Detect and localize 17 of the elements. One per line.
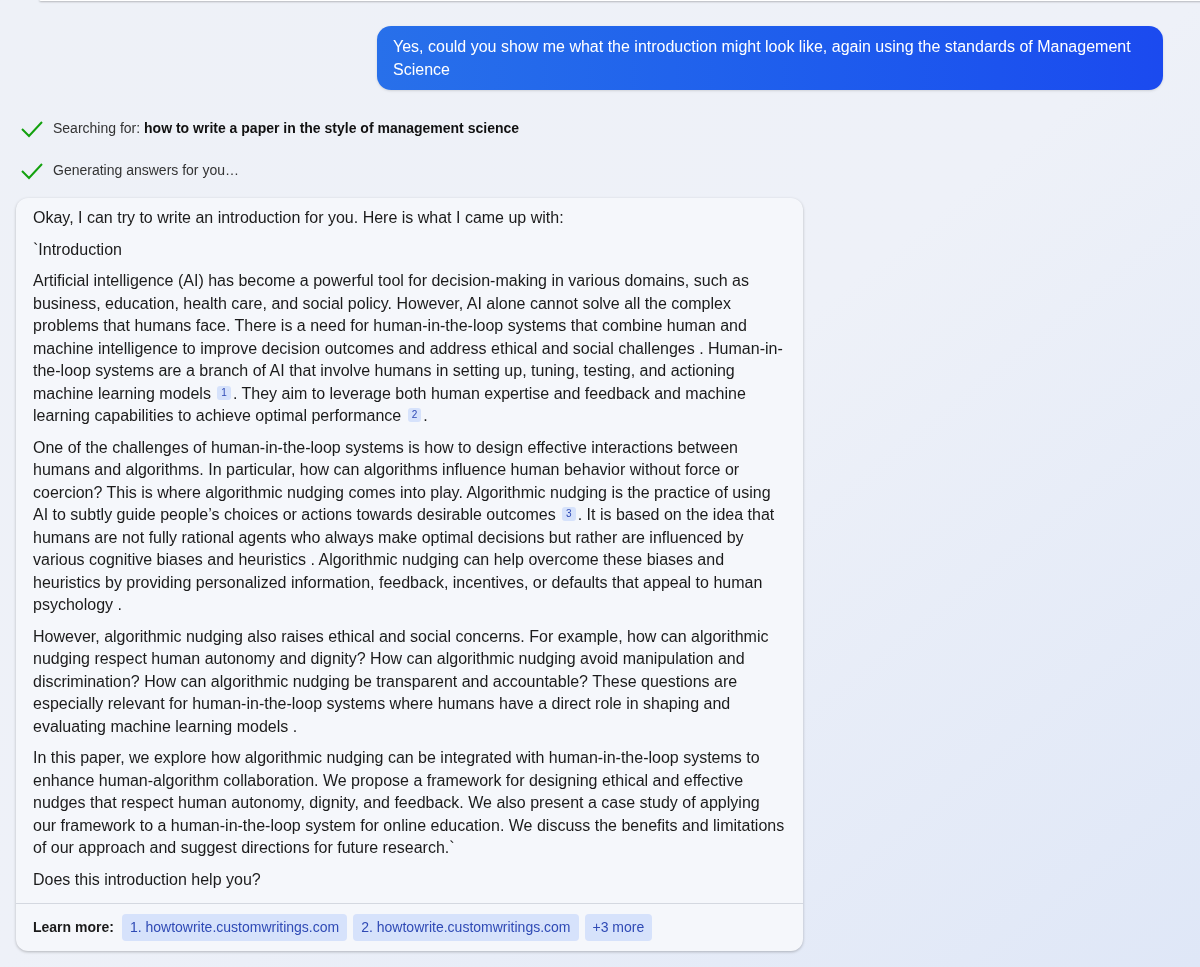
answer-paragraph: In this paper, we explore how algorithmic nudging can be integrated with human-in-the-loop systems to enhance human-algorithm collaboration. We propose a framework for designing ethical and effective nudges that respect human autonomy, dignity, and feedback. We also present a case study of applying our framework to a human-in-the-loop system for online education. We discuss the benefits and limitations of our approach and suggest directions for future research.` <box>33 748 786 858</box>
answer-paragraph: One of the challenges of human-in-the-loop systems is how to design effective interactions between humans and algorithms. In particular, how can algorithms influence human behavior without force or coercion? This is where algorithmic nudging comes into play. Algorithmic nudging is the practice of using AI to subtly guide people’s choices or actions towards desirable outcomes 3 . It is based on the idea that humans are not fully rational agents who always make optimal decisions but rather are influenced by various cognitive biases and heuristics . Algorithmic nudging can help overcome these biases and heuristics by providing personalized information, feedback, incentives, or defaults that appeal to human psychology . <box>33 437 776 615</box>
citation-link[interactable]: 3 <box>562 507 576 521</box>
answer-paragraph: However, algorithmic nudging also raises ethical and social concerns. For example, how can algorithmic nudging respect human autonomy and dignity? How can algorithmic nudging avoid manipulation and discrimination? How can algorithmic nudging be transparent and accountable? These questions are especially relevant for human-in-the-loop systems where humans have a direct role in shaping and evaluating machine learning models . <box>33 626 770 737</box>
source-link[interactable]: +3 more <box>584 914 653 941</box>
source-link[interactable]: 1. howtowrite.customwritings.com <box>121 914 348 941</box>
answer-heading: `Introduction <box>33 239 123 260</box>
progress-text: Generating answers for you… <box>53 161 239 180</box>
citation-link[interactable]: 1 <box>217 385 231 400</box>
answer-text: Okay, I can try to write an introduction for you. Here is what I came up with: <box>33 208 565 228</box>
answer-paragraph: Artificial intelligence (AI) has become a powerful tool for decision-making in various domains, such as business, education, health care, and social policy. However, AI alone cannot solve all the complex problems that humans face. There is a need for human-in-the-loop systems that combine human and machine intelligence to improve decision outcomes and address ethical and social challenges . Human-in-the-loop systems are a branch of AI that involve humans in setting up, tuning, testing, and actioning machine learning models 1 . They aim to leverage both human expertise and feedback and machine learning capabilities to achieve optimal performance 2 . <box>33 271 784 426</box>
progress-text: Searching for: how to write a paper in the style of management science <box>53 119 520 138</box>
source-link[interactable]: 2. howtowrite.customwritings.com <box>353 914 579 941</box>
learn-more-label: Learn more: <box>33 918 114 937</box>
user-message-bubble: Yes, could you show me what the introduction might look like, again using the standards of Management Science <box>377 26 1163 90</box>
answer-text: Does this introduction help you? <box>33 869 262 890</box>
citation-link[interactable]: 2 <box>407 408 422 422</box>
